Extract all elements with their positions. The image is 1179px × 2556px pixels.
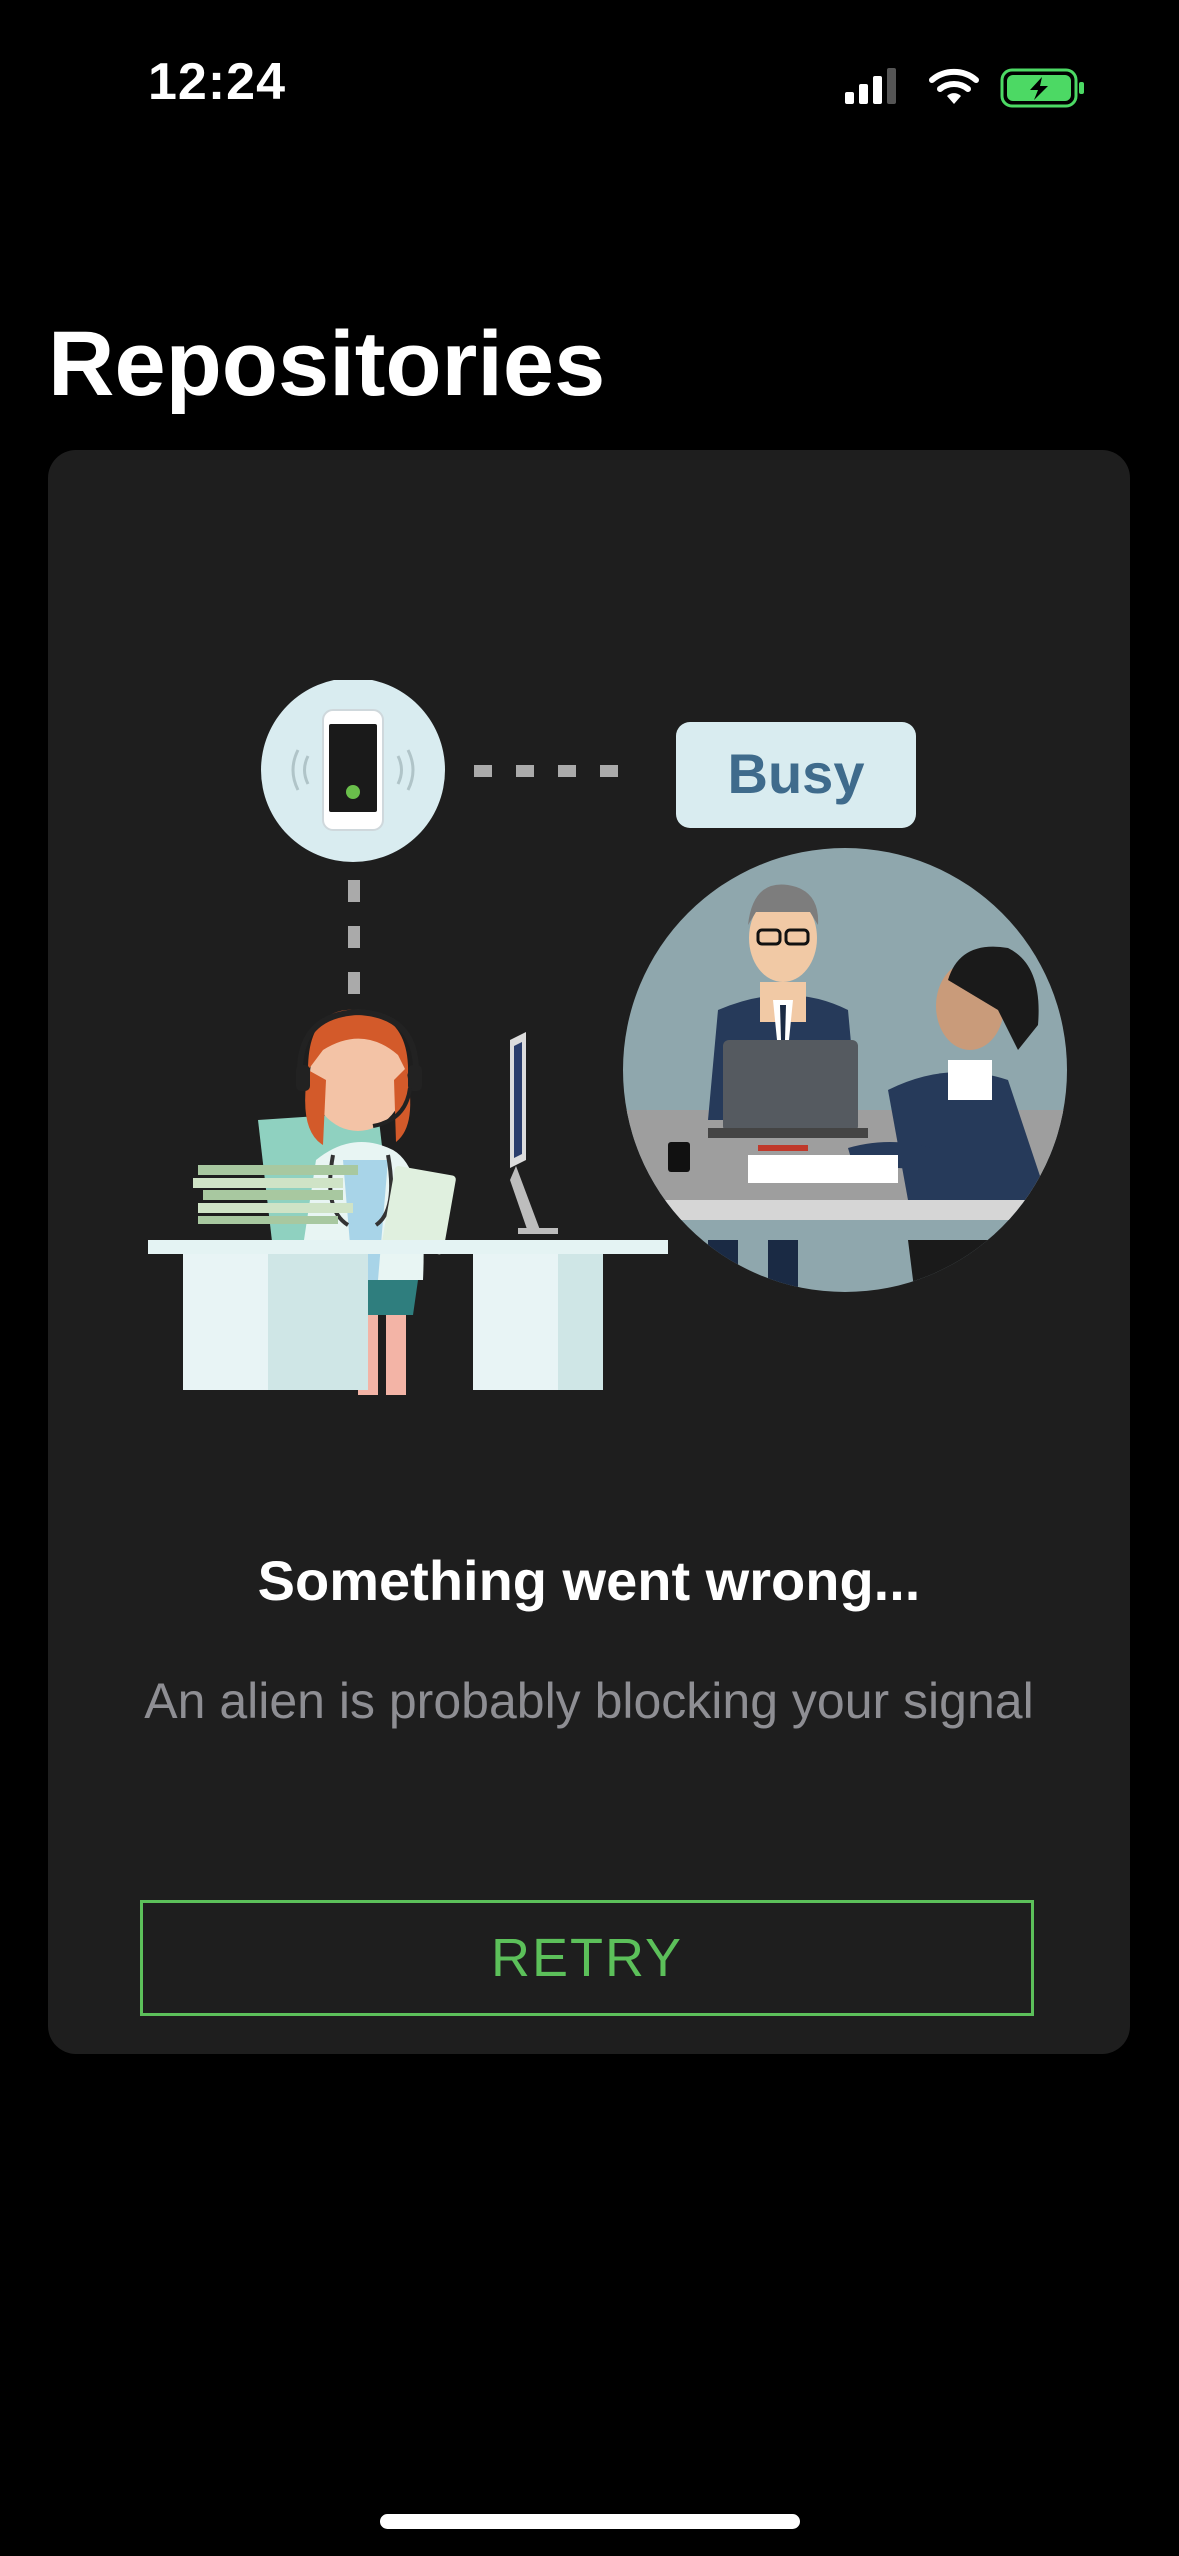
error-subtitle: An alien is probably blocking your signa… (144, 1673, 1034, 1729)
busy-badge: Busy (676, 722, 916, 828)
wifi-icon (929, 68, 979, 104)
status-time: 12:24 (148, 53, 286, 111)
cellular-signal-icon (845, 68, 896, 104)
status-icons (845, 68, 1084, 108)
page-title: Repositories (48, 313, 606, 415)
error-card: Busy Something went wrong... An alien is… (48, 450, 1130, 2054)
battery-charging-icon (1000, 68, 1084, 108)
meeting-scene (623, 848, 1067, 1292)
retry-button[interactable]: RETRY (140, 1900, 1034, 2016)
phone-circle-icon (261, 680, 445, 862)
home-indicator[interactable] (380, 2514, 800, 2529)
error-title: Something went wrong... (257, 1549, 921, 1612)
status-bar: 12:24 (0, 0, 1179, 170)
busy-badge-label: Busy (728, 742, 865, 805)
busy-call-illustration: Busy (148, 680, 1067, 1395)
